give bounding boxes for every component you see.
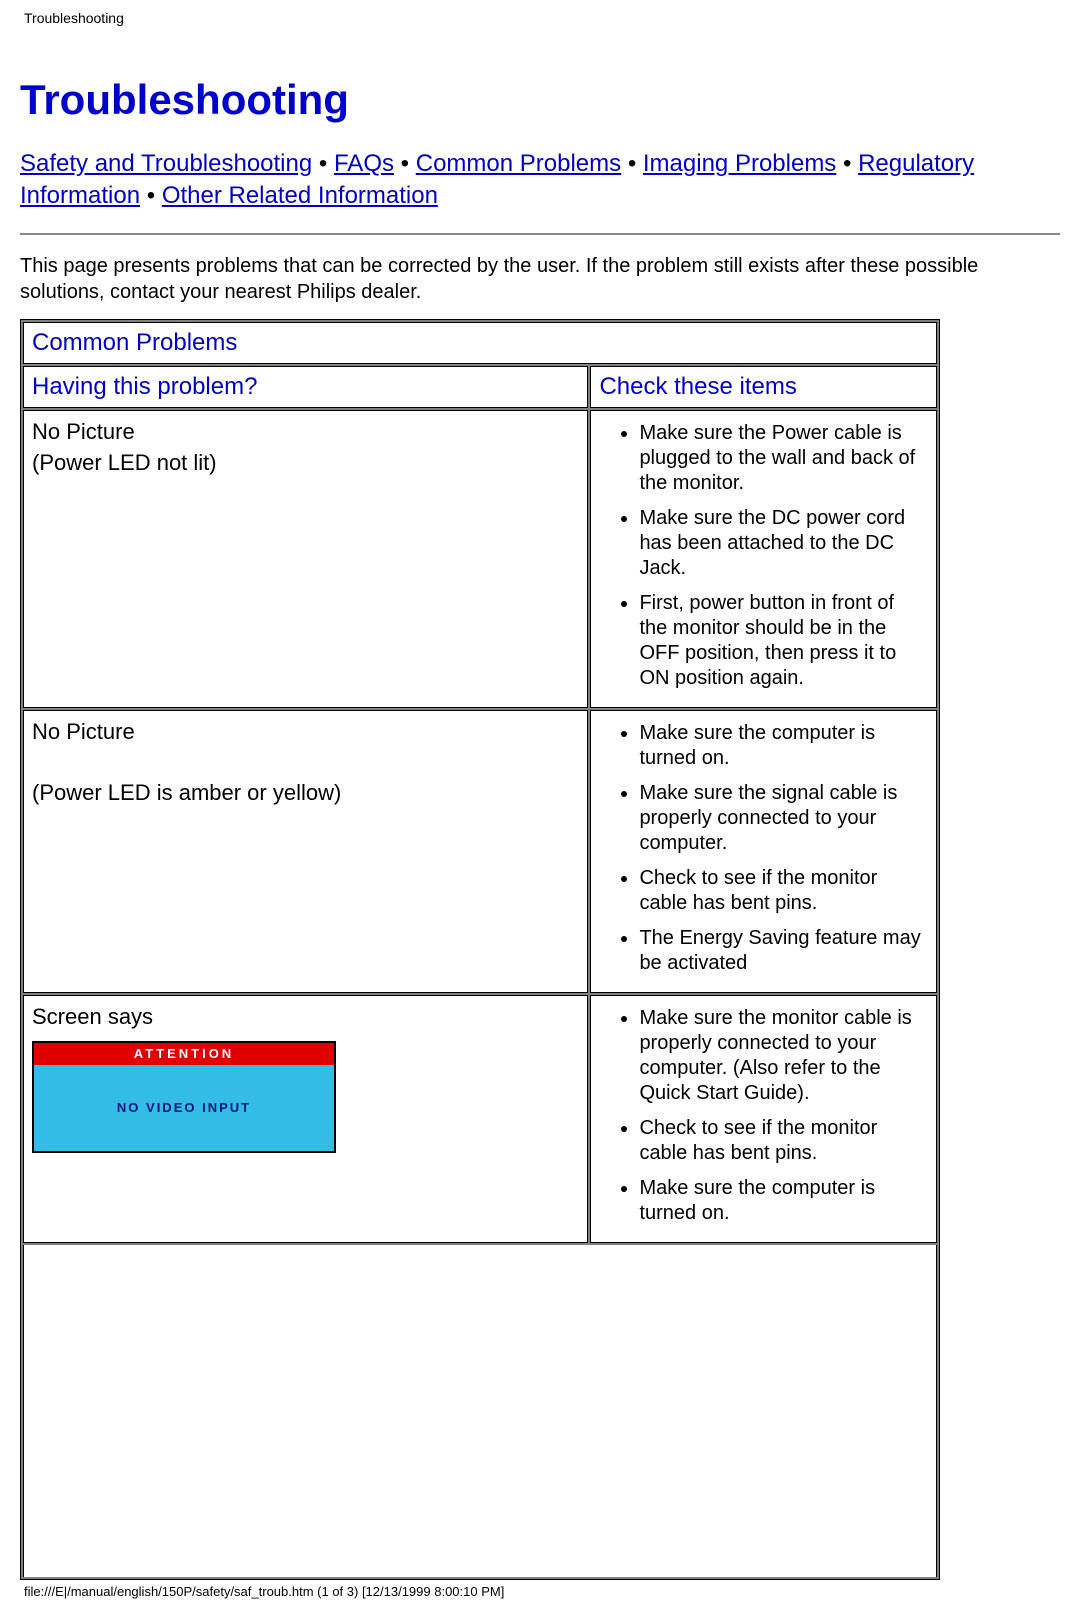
nav-separator: • — [394, 150, 416, 177]
nav-separator: • — [312, 150, 334, 177]
table-row: No Picture (Power LED is amber or yellow… — [23, 710, 937, 993]
table-row — [23, 1245, 937, 1577]
check-item: Make sure the monitor cable is properly … — [639, 1006, 924, 1106]
attention-body: NO VIDEO INPUT — [34, 1065, 334, 1151]
check-item: Make sure the computer is turned on. — [639, 721, 924, 771]
check-item: Make sure the computer is turned on. — [639, 1176, 924, 1226]
table-row: No Picture (Power LED not lit) Make sure… — [23, 410, 937, 708]
footer-path: file:///E|/manual/english/150P/safety/sa… — [0, 1580, 1080, 1609]
check-item: Check to see if the monitor cable has be… — [639, 1116, 924, 1166]
link-common-problems[interactable]: Common Problems — [416, 150, 621, 177]
problem-cell: No Picture (Power LED not lit) — [23, 410, 588, 708]
page-content: Troubleshooting Safety and Troubleshooti… — [0, 26, 1080, 1580]
attention-title: ATTENTION — [34, 1043, 334, 1065]
problem-line: (Power LED is amber or yellow) — [32, 780, 341, 805]
check-item: First, power button in front of the moni… — [639, 591, 924, 691]
check-item: Check to see if the monitor cable has be… — [639, 866, 924, 916]
spacer-cell — [23, 1245, 937, 1577]
table-section-title: Common Problems — [23, 322, 937, 364]
nav-links: Safety and Troubleshooting • FAQs • Comm… — [20, 148, 1060, 213]
column-header-problem: Having this problem? — [23, 366, 588, 408]
check-item: The Energy Saving feature may be activat… — [639, 926, 924, 976]
table-row: Screen says ATTENTION NO VIDEO INPUT Mak… — [23, 995, 937, 1243]
link-imaging-problems[interactable]: Imaging Problems — [643, 150, 836, 177]
column-header-check: Check these items — [590, 366, 937, 408]
check-item: Make sure the Power cable is plugged to … — [639, 421, 924, 496]
problem-cell: Screen says ATTENTION NO VIDEO INPUT — [23, 995, 588, 1243]
page-heading: Troubleshooting — [20, 76, 1060, 124]
attention-box: ATTENTION NO VIDEO INPUT — [32, 1041, 336, 1153]
check-cell: Make sure the computer is turned on. Mak… — [590, 710, 937, 993]
problem-line: (Power LED not lit) — [32, 450, 217, 475]
problem-line: No Picture — [32, 419, 135, 444]
nav-separator: • — [628, 150, 636, 177]
check-cell: Make sure the monitor cable is properly … — [590, 995, 937, 1243]
problem-line: No Picture — [32, 719, 135, 744]
divider — [20, 233, 1060, 235]
check-item: Make sure the signal cable is properly c… — [639, 781, 924, 856]
nav-separator: • — [836, 150, 858, 177]
link-faqs[interactable]: FAQs — [334, 150, 394, 177]
window-header-title: Troubleshooting — [0, 0, 1080, 26]
troubleshooting-table: Common Problems Having this problem? Che… — [20, 319, 940, 1580]
link-other-related-information[interactable]: Other Related Information — [162, 182, 438, 209]
link-safety-troubleshooting[interactable]: Safety and Troubleshooting — [20, 150, 312, 177]
problem-line: Screen says — [32, 1004, 153, 1029]
intro-text: This page presents problems that can be … — [20, 253, 1060, 305]
check-item: Make sure the DC power cord has been att… — [639, 506, 924, 581]
nav-separator: • — [140, 182, 162, 209]
problem-cell: No Picture (Power LED is amber or yellow… — [23, 710, 588, 993]
check-cell: Make sure the Power cable is plugged to … — [590, 410, 937, 708]
